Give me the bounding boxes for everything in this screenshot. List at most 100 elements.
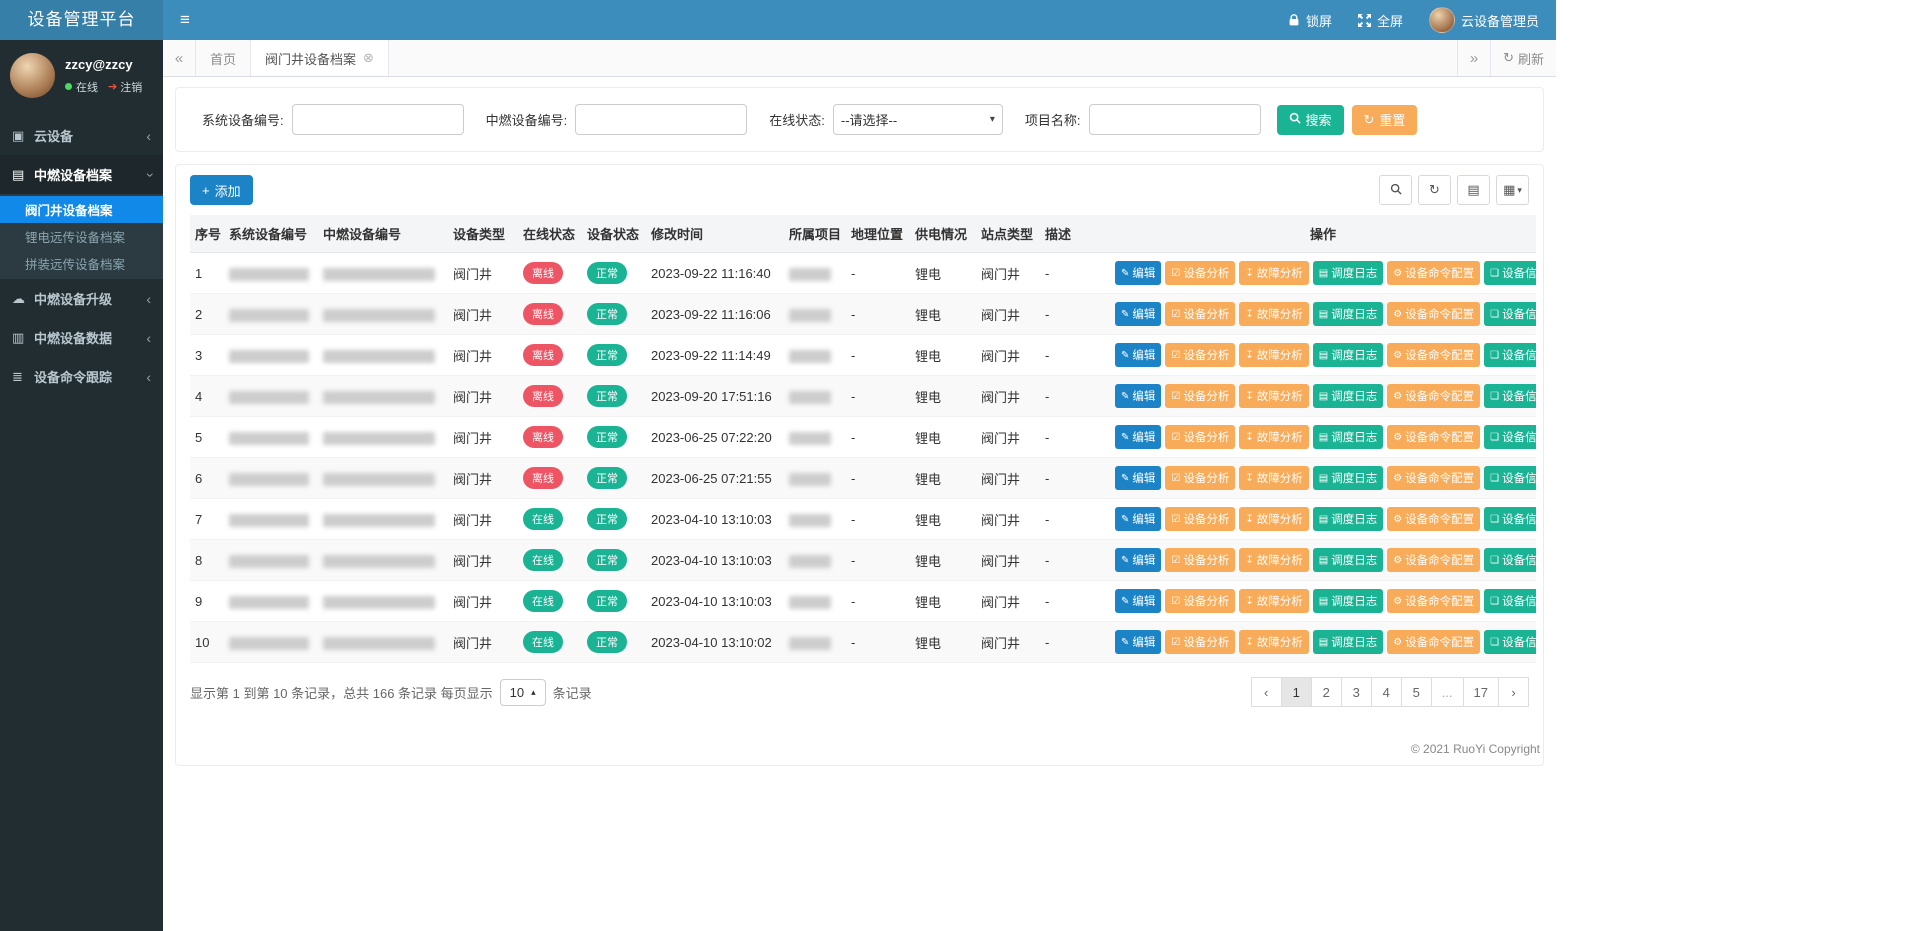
- device-analysis-button[interactable]: ☑设备分析: [1165, 302, 1235, 326]
- device-command-config-button[interactable]: ⚙设备命令配置: [1387, 384, 1480, 408]
- device-analysis-button[interactable]: ☑设备分析: [1165, 425, 1235, 449]
- table-columns-button[interactable]: ▦ ▾: [1496, 175, 1529, 205]
- device-command-config-button[interactable]: ⚙设备命令配置: [1387, 630, 1480, 654]
- sidebar-item-lithium-remote-archive[interactable]: 锂电远传设备档案: [0, 223, 163, 250]
- device-info-button[interactable]: ❏设备信息: [1484, 466, 1536, 490]
- fault-analysis-button[interactable]: ↧故障分析: [1239, 384, 1308, 408]
- fault-analysis-button[interactable]: ↧故障分析: [1239, 507, 1308, 531]
- sidebar-item-device-data[interactable]: ▥ 中燃设备数据 ‹: [0, 318, 163, 357]
- device-analysis-button[interactable]: ☑设备分析: [1165, 466, 1235, 490]
- device-analysis-button[interactable]: ☑设备分析: [1165, 343, 1235, 367]
- sidebar-item-assembled-remote-archive[interactable]: 拼装远传设备档案: [0, 250, 163, 277]
- close-tab-icon[interactable]: ⊗: [363, 50, 374, 66]
- page-size-select[interactable]: 10 ▴: [500, 679, 546, 706]
- tab-valve-well-archive[interactable]: 阀门井设备档案 ⊗: [251, 40, 389, 76]
- page-button-1[interactable]: 1: [1281, 677, 1312, 707]
- fault-analysis-button[interactable]: ↧故障分析: [1239, 466, 1308, 490]
- tabs-scroll-left-button[interactable]: «: [163, 40, 196, 76]
- device-command-config-button[interactable]: ⚙设备命令配置: [1387, 261, 1480, 285]
- sys-device-no-input[interactable]: [292, 104, 464, 135]
- sidebar-item-device-archive[interactable]: ▤ 中燃设备档案 ‹: [0, 155, 163, 194]
- edit-button[interactable]: ✎编辑: [1115, 261, 1161, 285]
- search-button[interactable]: 搜索: [1277, 105, 1344, 135]
- device-info-button[interactable]: ❏设备信息: [1484, 589, 1536, 613]
- device-command-config-button[interactable]: ⚙设备命令配置: [1387, 589, 1480, 613]
- dispatch-log-button[interactable]: ▤调度日志: [1313, 466, 1383, 490]
- device-info-button[interactable]: ❏设备信息: [1484, 261, 1536, 285]
- dispatch-log-button[interactable]: ▤调度日志: [1313, 425, 1383, 449]
- fullscreen-button[interactable]: 全屏: [1345, 0, 1416, 40]
- device-command-config-button[interactable]: ⚙设备命令配置: [1387, 343, 1480, 367]
- device-analysis-button[interactable]: ☑设备分析: [1165, 384, 1235, 408]
- device-info-button[interactable]: ❏设备信息: [1484, 343, 1536, 367]
- device-info-button[interactable]: ❏设备信息: [1484, 507, 1536, 531]
- fault-analysis-button[interactable]: ↧故障分析: [1239, 302, 1308, 326]
- sidebar-item-device-upgrade[interactable]: ☁ 中燃设备升级 ‹: [0, 279, 163, 318]
- fault-analysis-button[interactable]: ↧故障分析: [1239, 630, 1308, 654]
- device-command-config-button[interactable]: ⚙设备命令配置: [1387, 466, 1480, 490]
- page-button-17[interactable]: 17: [1463, 677, 1499, 707]
- device-info-button[interactable]: ❏设备信息: [1484, 302, 1536, 326]
- device-command-config-button[interactable]: ⚙设备命令配置: [1387, 302, 1480, 326]
- device-info-button[interactable]: ❏设备信息: [1484, 425, 1536, 449]
- device-analysis-button[interactable]: ☑设备分析: [1165, 548, 1235, 572]
- device-command-config-button[interactable]: ⚙设备命令配置: [1387, 425, 1480, 449]
- page-button-...[interactable]: ...: [1431, 677, 1464, 707]
- reset-button[interactable]: ↻ 重置: [1352, 105, 1418, 135]
- sidebar-item-valve-well-archive[interactable]: 阀门井设备档案: [0, 196, 163, 223]
- table-detail-view-button[interactable]: ▤: [1457, 175, 1490, 205]
- logout-link[interactable]: ➔ 注销: [108, 79, 142, 95]
- device-analysis-button[interactable]: ☑设备分析: [1165, 589, 1235, 613]
- app-logo[interactable]: 设备管理平台: [0, 0, 163, 40]
- page-next-button[interactable]: ›: [1498, 677, 1529, 707]
- edit-button[interactable]: ✎编辑: [1115, 343, 1161, 367]
- page-button-4[interactable]: 4: [1371, 677, 1402, 707]
- dispatch-log-button[interactable]: ▤调度日志: [1313, 384, 1383, 408]
- dispatch-log-button[interactable]: ▤调度日志: [1313, 589, 1383, 613]
- add-button[interactable]: + 添加: [190, 175, 253, 205]
- tab-home[interactable]: 首页: [196, 40, 251, 76]
- sidebar-item-cloud-device[interactable]: ▣ 云设备 ‹: [0, 116, 163, 155]
- edit-button[interactable]: ✎编辑: [1115, 466, 1161, 490]
- dispatch-log-button[interactable]: ▤调度日志: [1313, 548, 1383, 572]
- device-command-config-button[interactable]: ⚙设备命令配置: [1387, 548, 1480, 572]
- dispatch-log-button[interactable]: ▤调度日志: [1313, 630, 1383, 654]
- table-search-toggle-button[interactable]: [1379, 175, 1412, 205]
- project-name-input[interactable]: [1089, 104, 1261, 135]
- edit-button[interactable]: ✎编辑: [1115, 589, 1161, 613]
- fault-analysis-button[interactable]: ↧故障分析: [1239, 425, 1308, 449]
- fault-analysis-button[interactable]: ↧故障分析: [1239, 343, 1308, 367]
- device-info-button[interactable]: ❏设备信息: [1484, 384, 1536, 408]
- edit-button[interactable]: ✎编辑: [1115, 425, 1161, 449]
- dispatch-log-button[interactable]: ▤调度日志: [1313, 261, 1383, 285]
- page-prev-button[interactable]: ‹: [1251, 677, 1282, 707]
- zhongran-device-no-input[interactable]: [575, 104, 747, 135]
- edit-button[interactable]: ✎编辑: [1115, 630, 1161, 654]
- lock-screen-button[interactable]: 锁屏: [1275, 0, 1345, 40]
- sidebar-item-command-trace[interactable]: ≣ 设备命令跟踪 ‹: [0, 357, 163, 396]
- edit-button[interactable]: ✎编辑: [1115, 548, 1161, 572]
- tab-refresh-button[interactable]: ↻ 刷新: [1490, 40, 1556, 76]
- device-info-button[interactable]: ❏设备信息: [1484, 548, 1536, 572]
- page-button-3[interactable]: 3: [1341, 677, 1372, 707]
- dispatch-log-button[interactable]: ▤调度日志: [1313, 507, 1383, 531]
- edit-button[interactable]: ✎编辑: [1115, 507, 1161, 531]
- fault-analysis-button[interactable]: ↧故障分析: [1239, 261, 1308, 285]
- sidebar-toggle-button[interactable]: ≡: [163, 0, 207, 40]
- device-analysis-button[interactable]: ☑设备分析: [1165, 507, 1235, 531]
- dispatch-log-button[interactable]: ▤调度日志: [1313, 343, 1383, 367]
- device-analysis-button[interactable]: ☑设备分析: [1165, 630, 1235, 654]
- device-command-config-button[interactable]: ⚙设备命令配置: [1387, 507, 1480, 531]
- tabs-scroll-right-button[interactable]: »: [1457, 40, 1490, 76]
- online-status-select[interactable]: --请选择-- ▾: [833, 104, 1003, 135]
- fault-analysis-button[interactable]: ↧故障分析: [1239, 589, 1308, 613]
- dispatch-log-button[interactable]: ▤调度日志: [1313, 302, 1383, 326]
- edit-button[interactable]: ✎编辑: [1115, 302, 1161, 326]
- page-button-2[interactable]: 2: [1311, 677, 1342, 707]
- device-analysis-button[interactable]: ☑设备分析: [1165, 261, 1235, 285]
- page-button-5[interactable]: 5: [1401, 677, 1432, 707]
- device-info-button[interactable]: ❏设备信息: [1484, 630, 1536, 654]
- fault-analysis-button[interactable]: ↧故障分析: [1239, 548, 1308, 572]
- edit-button[interactable]: ✎编辑: [1115, 384, 1161, 408]
- table-refresh-button[interactable]: ↻: [1418, 175, 1451, 205]
